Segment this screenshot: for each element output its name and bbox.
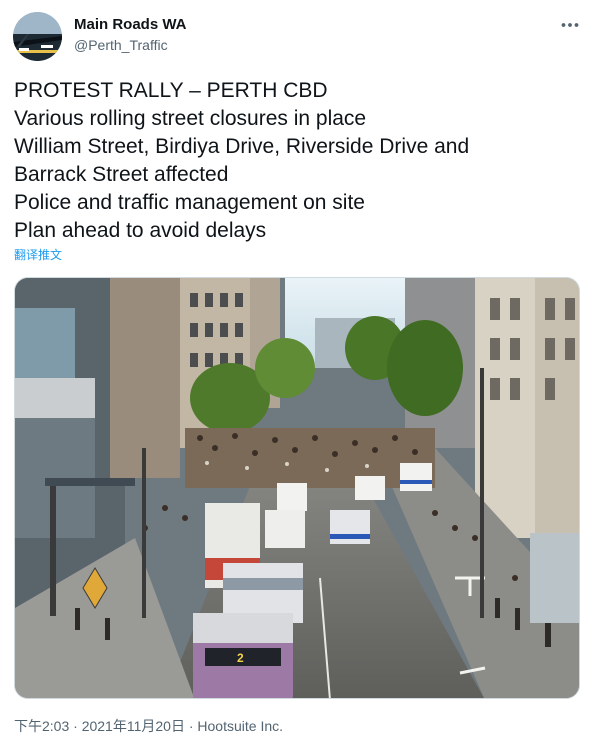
display-name[interactable]: Main Roads WA xyxy=(74,16,187,34)
tweet-body: PROTEST RALLY – PERTH CBD Various rollin… xyxy=(14,77,574,245)
tweet-line: Various rolling street closures in place xyxy=(14,107,367,130)
bridge-photo-avatar-icon xyxy=(13,12,62,61)
translate-tweet-link[interactable]: 翻译推文 xyxy=(14,247,62,263)
tweet-photo[interactable]: 2 xyxy=(14,277,580,699)
tweet-metadata: 下午2:03 · 2021年11月20日 · Hootsuite Inc. xyxy=(14,717,283,735)
traffic-camera-photo-icon: 2 xyxy=(15,278,579,698)
tweet-line: William Street, Birdiya Drive, Riverside… xyxy=(14,135,470,158)
more-dots-icon xyxy=(561,23,579,27)
username[interactable]: @Perth_Traffic xyxy=(74,37,168,54)
tweet-line: PROTEST RALLY – PERTH CBD xyxy=(14,79,328,102)
tweet-date[interactable]: 2021年11月20日 xyxy=(82,718,185,734)
bus-number-label: 2 xyxy=(237,651,244,665)
tweet-source[interactable]: Hootsuite Inc. xyxy=(197,718,283,734)
meta-separator: · xyxy=(188,718,194,734)
avatar[interactable] xyxy=(13,12,62,61)
tweet-line: Police and traffic management on site xyxy=(14,191,365,214)
tweet-line: Plan ahead to avoid delays xyxy=(14,219,267,242)
meta-separator: · xyxy=(73,718,78,734)
tweet-time[interactable]: 下午2:03 xyxy=(14,718,69,734)
tweet-line: Barrack Street affected xyxy=(14,163,229,186)
more-options-button[interactable] xyxy=(556,14,584,36)
